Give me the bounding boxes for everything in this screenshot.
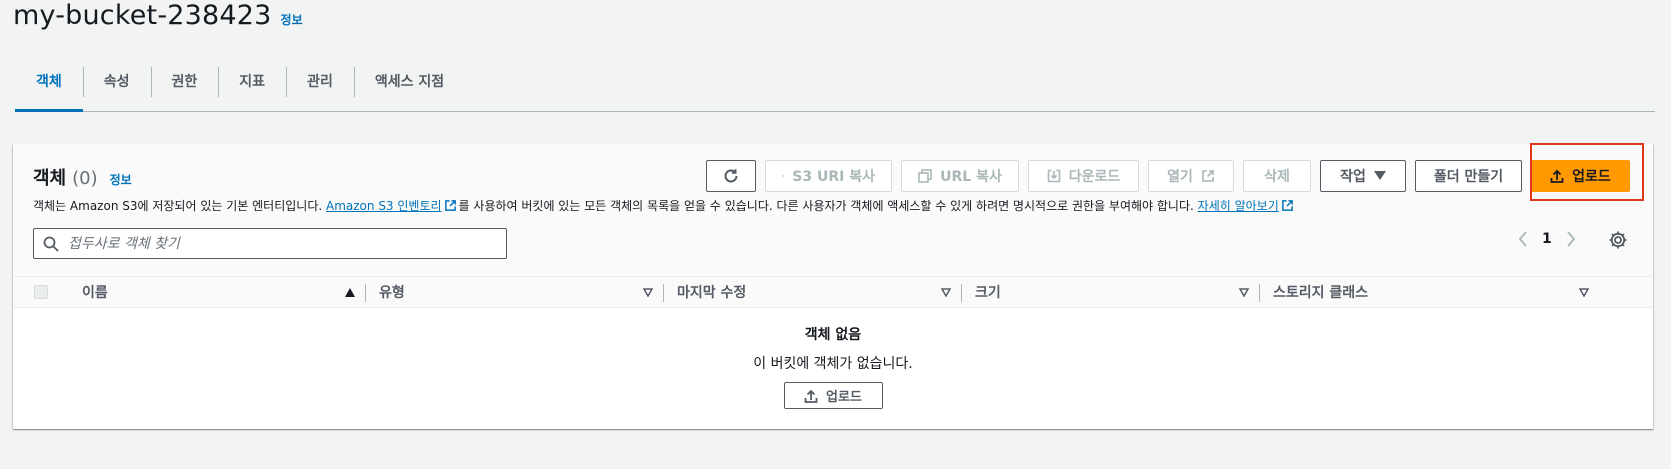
objects-toolbar: S3 URI 복사 URL 복사 다운로드 열기 삭제 작업 폴더 만들기 업로… (706, 160, 1630, 192)
objects-info-link[interactable]: 정보 (110, 171, 132, 188)
learn-more-link[interactable]: 자세히 알아보기 (1198, 199, 1279, 213)
empty-state: 객체 없음 이 버킷에 객체가 없습니다. 업로드 (13, 308, 1653, 409)
delete-button[interactable]: 삭제 (1243, 160, 1311, 192)
select-all-cell (13, 285, 68, 299)
external-link-icon (444, 200, 456, 211)
column-name-label: 이름 (82, 285, 108, 301)
objects-title: 객체 (0) 정보 (33, 164, 132, 190)
sort-caret-icon (1239, 287, 1249, 297)
search-icon (34, 236, 68, 252)
sort-caret-icon (643, 287, 653, 297)
open-button[interactable]: 열기 (1148, 160, 1234, 192)
column-header-storage-class[interactable]: 스토리지 클래스 (1259, 277, 1599, 307)
external-link-icon (1202, 170, 1214, 182)
delete-label: 삭제 (1264, 169, 1290, 185)
object-search-input[interactable] (68, 235, 488, 252)
bucket-name: my-bucket-238423 (13, 0, 272, 31)
copy-url-label: URL 복사 (940, 169, 1002, 185)
tab-objects[interactable]: 객체 (15, 64, 83, 112)
bucket-info-link[interactable]: 정보 (281, 11, 303, 28)
objects-panel: 객체 (0) 정보 S3 URI 복사 URL 복사 다운로드 열기 삭제 작업… (13, 143, 1653, 429)
tab-management[interactable]: 관리 (286, 64, 354, 100)
create-folder-button[interactable]: 폴더 만들기 (1415, 160, 1522, 192)
current-page-number[interactable]: 1 (1542, 231, 1552, 247)
bucket-tabs: 객체 속성 권한 지표 관리 액세스 지점 (15, 64, 1655, 112)
download-label: 다운로드 (1068, 169, 1121, 185)
empty-state-upload-button[interactable]: 업로드 (783, 382, 883, 409)
column-header-type[interactable]: 유형 (365, 277, 663, 307)
select-all-checkbox[interactable] (33, 285, 48, 299)
empty-state-upload-label: 업로드 (826, 390, 862, 405)
actions-dropdown[interactable]: 작업 (1320, 160, 1406, 192)
copy-s3-uri-label: S3 URI 복사 (792, 169, 875, 185)
pagination: 1 (1518, 231, 1576, 247)
copy-icon (918, 169, 932, 183)
objects-description: 객체는 Amazon S3에 저장되어 있는 기본 엔터티입니다. Amazon… (33, 197, 1296, 214)
open-label: 열기 (1167, 169, 1193, 185)
column-header-size[interactable]: 크기 (961, 277, 1259, 307)
tab-metrics[interactable]: 지표 (218, 64, 286, 100)
external-link-icon (1281, 200, 1293, 211)
s3-bucket-page: my-bucket-238423 정보 객체 속성 권한 지표 관리 액세스 지… (0, 0, 1671, 469)
caret-down-icon (1373, 171, 1386, 180)
objects-count: (0) (72, 168, 98, 189)
objects-panel-header: 객체 (0) 정보 S3 URI 복사 URL 복사 다운로드 열기 삭제 작업… (13, 143, 1653, 276)
description-text-1: 객체는 Amazon S3에 저장되어 있는 기본 엔터티입니다. (33, 199, 326, 213)
actions-label: 작업 (1340, 169, 1366, 185)
create-folder-label: 폴더 만들기 (1433, 169, 1504, 185)
column-storage-class-label: 스토리지 클래스 (1273, 285, 1369, 301)
sort-caret-icon (941, 287, 951, 297)
empty-state-title: 객체 없음 (804, 327, 862, 343)
upload-highlight-box (1530, 143, 1644, 201)
column-header-name[interactable]: 이름 (68, 277, 365, 307)
objects-title-text: 객체 (33, 168, 67, 189)
column-last-modified-label: 마지막 수정 (677, 285, 747, 301)
upload-icon (804, 389, 818, 403)
refresh-button[interactable] (706, 160, 756, 192)
download-icon (1047, 169, 1061, 183)
sort-caret-icon (1579, 287, 1589, 297)
page-header: my-bucket-238423 정보 (13, 0, 303, 36)
column-size-label: 크기 (975, 285, 1001, 301)
inventory-link[interactable]: Amazon S3 인벤토리 (326, 199, 442, 213)
tab-access-points[interactable]: 액세스 지점 (353, 64, 465, 100)
column-header-last-modified[interactable]: 마지막 수정 (663, 277, 961, 307)
next-page-icon[interactable] (1566, 231, 1576, 247)
previous-page-icon[interactable] (1518, 231, 1528, 247)
refresh-icon (724, 169, 738, 183)
column-type-label: 유형 (379, 285, 405, 301)
object-search-box (33, 228, 507, 259)
copy-s3-uri-button[interactable]: S3 URI 복사 (765, 160, 892, 192)
copy-url-button[interactable]: URL 복사 (901, 160, 1019, 192)
download-button[interactable]: 다운로드 (1028, 160, 1139, 192)
table-settings-gear-icon[interactable] (1608, 230, 1628, 254)
tab-permissions[interactable]: 권한 (150, 64, 219, 100)
empty-state-message: 이 버킷에 객체가 없습니다. (753, 356, 913, 372)
tab-properties[interactable]: 속성 (82, 64, 151, 100)
objects-table-header: 이름 유형 마지막 수정 크기 스토리지 클래스 (13, 276, 1653, 308)
copy-icon (782, 174, 785, 178)
sort-ascending-icon (345, 287, 355, 297)
description-text-2: 를 사용하여 버킷에 있는 모든 객체의 목록을 얻을 수 있습니다. 다른 사… (458, 199, 1198, 213)
